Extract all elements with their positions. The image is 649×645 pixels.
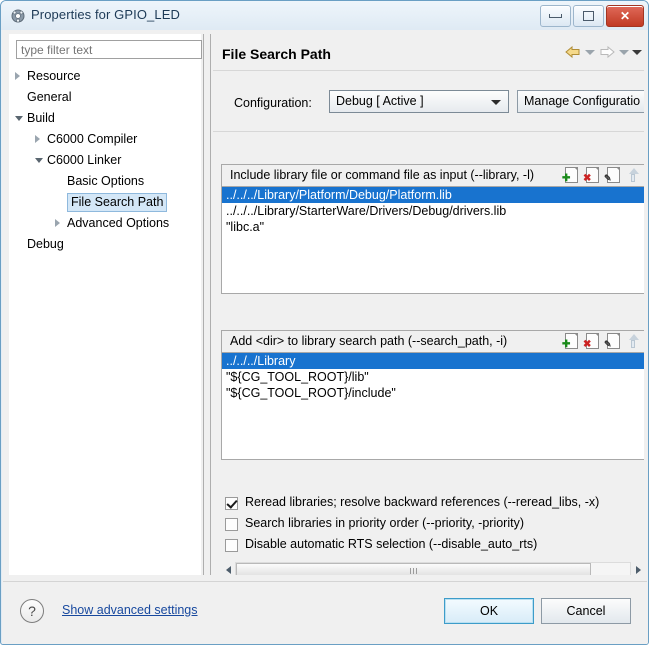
configuration-separator xyxy=(213,131,644,132)
move-up-icon[interactable] xyxy=(625,167,641,183)
list-header: Include library file or command file as … xyxy=(221,164,644,186)
chevron-down-icon[interactable] xyxy=(15,116,23,121)
add-icon[interactable]: ✚ xyxy=(562,333,578,350)
forward-arrow-icon xyxy=(600,45,615,59)
list-header-label: Add <dir> to library search path (--sear… xyxy=(230,334,508,348)
horizontal-scrollbar[interactable] xyxy=(221,561,644,575)
settings-tree: Resource General Build C6000 Compiler C6000 … xyxy=(9,66,201,255)
dialog-body: Resource General Build C6000 Compiler C6000 … xyxy=(2,30,648,644)
list-toolbar: ✚ ✖ ✎ xyxy=(562,167,641,184)
chevron-down-icon xyxy=(491,100,501,105)
scroll-left-button[interactable] xyxy=(221,561,235,575)
back-arrow-icon[interactable] xyxy=(564,44,582,60)
list-item[interactable]: "${CG_TOOL_ROOT}/include" xyxy=(222,385,644,401)
checkbox[interactable] xyxy=(225,539,238,552)
checkbox-label: Disable automatic RTS selection (--disab… xyxy=(245,537,538,551)
maximize-icon xyxy=(583,11,594,21)
sidebar-item-label: File Search Path xyxy=(67,193,168,212)
list-header: Add <dir> to library search path (--sear… xyxy=(221,330,644,352)
back-history-chevron-down-icon[interactable] xyxy=(585,49,595,55)
sidebar-item-label: Debug xyxy=(27,237,64,251)
checkbox-label: Search libraries in priority order (--pr… xyxy=(245,516,524,530)
page-title: File Search Path xyxy=(222,46,331,62)
configuration-label: Configuration: xyxy=(234,96,312,110)
sidebar-item-c6000-linker[interactable]: C6000 Linker xyxy=(9,150,201,171)
chevron-right-icon[interactable] xyxy=(15,72,20,80)
grip-icon xyxy=(409,568,419,574)
minimize-button[interactable] xyxy=(540,5,571,27)
list-toolbar: ✚ ✖ ✎ xyxy=(562,333,641,350)
filter-input[interactable] xyxy=(16,40,202,59)
configuration-value: Debug [ Active ] xyxy=(336,94,424,108)
sidebar-item-label: Basic Options xyxy=(67,174,145,188)
sidebar-item-label: Resource xyxy=(27,69,81,83)
chevron-right-icon[interactable] xyxy=(55,219,60,227)
title-bar: Properties for GPIO_LED ✕ xyxy=(1,1,648,30)
list-item[interactable]: ../../../Library/Platform/Debug/Platform… xyxy=(222,187,644,203)
edit-icon[interactable]: ✎ xyxy=(604,167,620,183)
sidebar-item-basic-options[interactable]: Basic Options xyxy=(9,171,201,192)
checkbox[interactable] xyxy=(225,497,238,510)
scrollbar-thumb[interactable] xyxy=(236,563,591,575)
list-item[interactable]: "libc.a" xyxy=(222,219,644,235)
scroll-right-button[interactable] xyxy=(631,561,644,575)
triangle-right-icon xyxy=(635,565,641,574)
sidebar-item-c6000-compiler[interactable]: C6000 Compiler xyxy=(9,129,201,150)
list-item[interactable]: ../../../Library xyxy=(222,353,644,369)
sidebar-item-label: General xyxy=(27,90,72,104)
sidebar-item-resource[interactable]: Resource xyxy=(9,66,201,87)
view-menu-chevron-down-icon[interactable] xyxy=(632,49,642,55)
list-item[interactable]: ../../../Library/StarterWare/Drivers/Deb… xyxy=(222,203,644,219)
help-icon[interactable]: ? xyxy=(20,599,44,623)
delete-icon[interactable]: ✖ xyxy=(583,333,599,350)
properties-dialog-window: Properties for GPIO_LED ✕ Resource Genera… xyxy=(0,0,649,645)
sidebar-item-build[interactable]: Build xyxy=(9,108,201,129)
configuration-row: Configuration: Debug [ Active ] Manage C… xyxy=(221,90,644,116)
move-up-icon[interactable] xyxy=(625,333,641,349)
sidebar-item-advanced-options[interactable]: Advanced Options xyxy=(9,213,201,234)
close-button[interactable]: ✕ xyxy=(606,5,644,27)
option-list[interactable]: ../../../Library/Platform/Debug/Platform… xyxy=(221,186,644,294)
list-header-label: Include library file or command file as … xyxy=(230,168,535,182)
edit-icon[interactable]: ✎ xyxy=(604,333,620,349)
option-list-group: Add <dir> to library search path (--sear… xyxy=(221,330,644,460)
sidebar-item-file-search-path[interactable]: File Search Path xyxy=(9,192,201,213)
option-list[interactable]: ../../../Library "${CG_TOOL_ROOT}/lib" "${… xyxy=(221,352,644,460)
panel-divider[interactable] xyxy=(203,34,213,575)
page-nav-toolbar xyxy=(564,44,642,60)
sidebar-item-label: Build xyxy=(27,111,55,125)
configuration-dropdown[interactable]: Debug [ Active ] xyxy=(329,90,509,113)
maximize-button[interactable] xyxy=(573,5,604,27)
settings-tree-panel: Resource General Build C6000 Compiler C6000 … xyxy=(9,34,202,575)
file-search-path-panel: File Search Path Configuration: Debug [… xyxy=(213,34,644,575)
manage-configurations-button[interactable]: Manage Configuratio xyxy=(517,90,644,113)
show-advanced-settings-link[interactable]: Show advanced settings xyxy=(62,603,198,617)
ok-button[interactable]: OK xyxy=(444,598,534,624)
close-icon: ✕ xyxy=(619,9,631,23)
sidebar-item-label: C6000 Compiler xyxy=(47,132,138,146)
checkbox-label: Reread libraries; resolve backward refer… xyxy=(245,495,600,509)
title-separator xyxy=(213,70,644,71)
forward-history-chevron-down-icon[interactable] xyxy=(619,49,629,55)
sidebar-item-label: C6000 Linker xyxy=(47,153,122,167)
cancel-button[interactable]: Cancel xyxy=(541,598,631,624)
checkbox[interactable] xyxy=(225,518,238,531)
chevron-down-icon[interactable] xyxy=(35,158,43,163)
window-title: Properties for GPIO_LED xyxy=(31,7,180,22)
list-item[interactable]: "${CG_TOOL_ROOT}/lib" xyxy=(222,369,644,385)
minimize-icon xyxy=(549,14,562,18)
dialog-footer: ? Show advanced settings OK Cancel xyxy=(3,581,647,643)
triangle-left-icon xyxy=(225,565,231,574)
option-list-group: Include library file or command file as … xyxy=(221,164,644,294)
dialog-content-area: Resource General Build C6000 Compiler C6000 … xyxy=(7,32,644,577)
sidebar-item-label: Advanced Options xyxy=(67,216,170,230)
delete-icon[interactable]: ✖ xyxy=(583,167,599,184)
add-icon[interactable]: ✚ xyxy=(562,167,578,184)
chevron-right-icon[interactable] xyxy=(35,135,40,143)
properties-gear-icon xyxy=(11,9,25,23)
sidebar-item-general[interactable]: General xyxy=(9,87,201,108)
window-controls: ✕ xyxy=(540,5,644,27)
sidebar-item-debug[interactable]: Debug xyxy=(9,234,201,255)
